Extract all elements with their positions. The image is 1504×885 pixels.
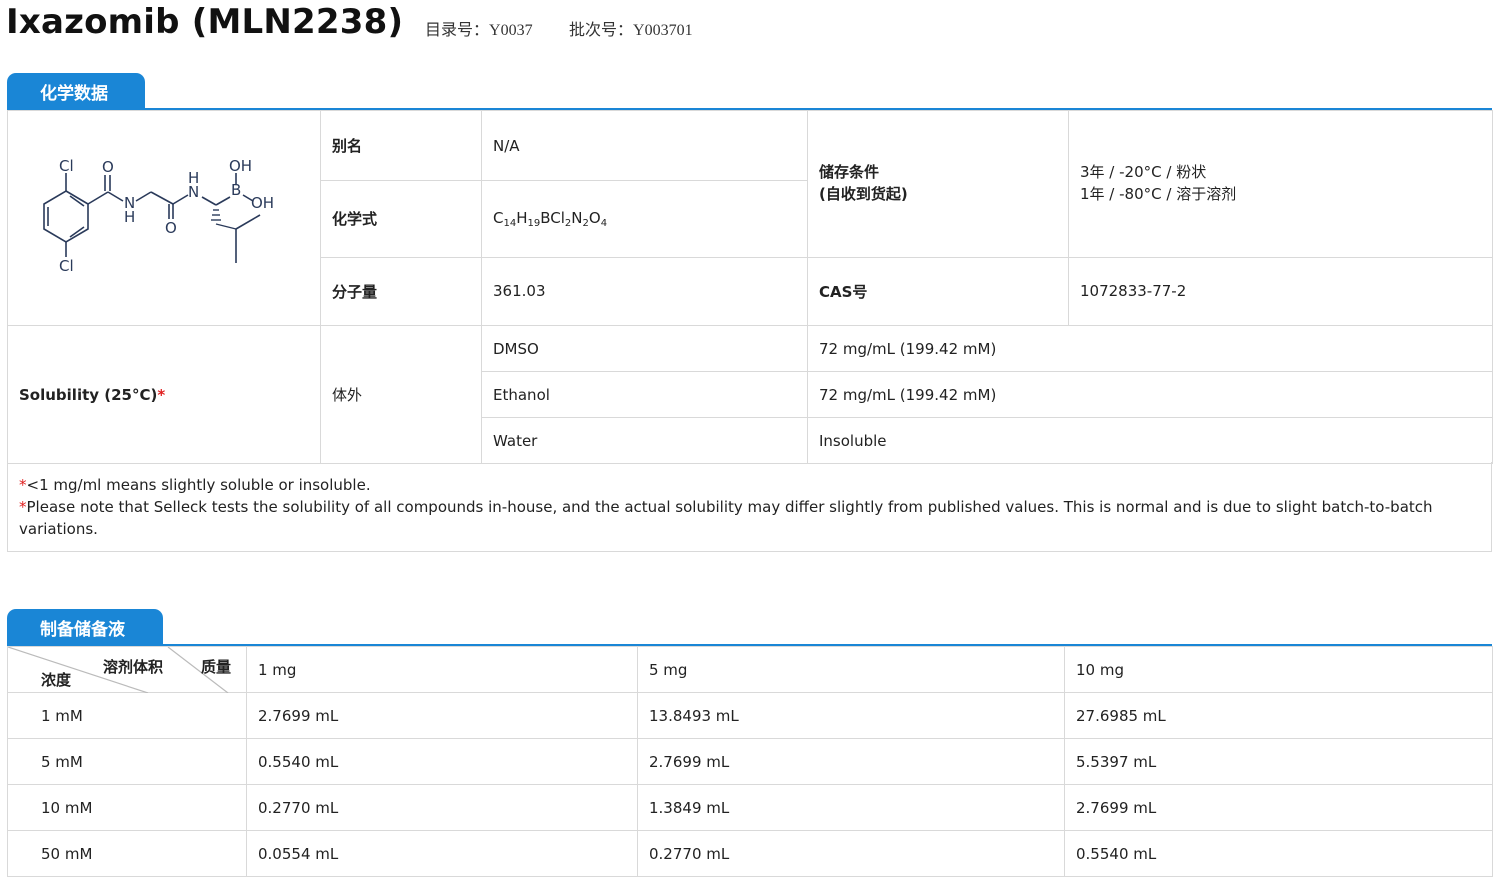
corner-header-cell: 浓度 溶剂体积 质量 — [7, 646, 247, 693]
mass-column-header: 10 mg — [1064, 646, 1493, 693]
batch-value: Y003701 — [633, 22, 693, 39]
volume-cell: 27.6985 mL — [1064, 692, 1493, 739]
note-line: *<1 mg/ml means slightly soluble or inso… — [19, 476, 371, 494]
storage-label-cell: 储存条件 (自收到货起) — [807, 110, 1069, 258]
solvent-name: Ethanol — [481, 371, 808, 418]
catalog-label: 目录号： — [425, 20, 490, 39]
volume-cell: 2.7699 mL — [1064, 784, 1493, 831]
solubility-label: Solubility (25°C) — [19, 385, 158, 404]
corner-mass: 质量 — [201, 658, 232, 676]
hydroxyl-label-2: OH — [251, 194, 274, 212]
storage-value-powder: 3年 / -20°C / 粉状 — [1080, 163, 1207, 181]
solvent-solubility: 72 mg/mL (199.42 mM) — [807, 325, 1493, 372]
boron-label: B — [231, 181, 241, 199]
storage-label: 储存条件 — [819, 163, 880, 181]
volume-cell: 0.2770 mL — [637, 830, 1065, 877]
structure-cell: Cl Cl O N H O H N B OH OH — [7, 110, 321, 326]
volume-cell: 0.5540 mL — [246, 738, 638, 785]
chemical-data-table: Cl Cl O N H O H N B OH OH 别名 N/A 储存条件 (自… — [7, 109, 1493, 464]
concentration-cell: 50 mM — [7, 830, 247, 877]
formula-value: C14H19BCl2N2O4 — [481, 180, 808, 258]
volume-cell: 2.7699 mL — [637, 738, 1065, 785]
volume-cell: 0.2770 mL — [246, 784, 638, 831]
storage-value-cell: 3年 / -20°C / 粉状 1年 / -80°C / 溶于溶剂 — [1068, 110, 1493, 258]
catalog-number: 目录号：Y0037 — [425, 16, 533, 40]
oxygen-label-2: O — [165, 219, 177, 237]
volume-cell: 0.5540 mL — [1064, 830, 1493, 877]
section-title: 制备储备液 — [40, 619, 125, 640]
page-title: Ixazomib (MLN2238) — [6, 2, 404, 42]
volume-cell: 2.7699 mL — [246, 692, 638, 739]
batch-label: 批次号： — [569, 20, 634, 39]
cl-top-label: Cl — [59, 157, 74, 175]
table-row: 5 mM 0.5540 mL 2.7699 mL 5.5397 mL — [7, 738, 1493, 785]
mw-label: 分子量 — [320, 256, 482, 327]
stock-solution-table: 浓度 溶剂体积 质量 1 mg 5 mg 10 mg 1 mM 2.7699 m… — [7, 646, 1493, 877]
section-tab-chemical-data[interactable]: 化学数据 — [7, 73, 145, 109]
oxygen-label-1: O — [102, 158, 114, 176]
solvent-name: DMSO — [481, 325, 808, 372]
solubility-notes: *<1 mg/ml means slightly soluble or inso… — [7, 462, 1492, 552]
section-title: 化学数据 — [40, 83, 108, 104]
chemical-structure-image: Cl Cl O N H O H N B OH OH — [43, 157, 274, 275]
invitro-label: 体外 — [320, 325, 482, 464]
volume-cell: 13.8493 mL — [637, 692, 1065, 739]
concentration-cell: 1 mM — [7, 692, 247, 739]
cl-bottom-label: Cl — [59, 257, 74, 275]
volume-cell: 1.3849 mL — [637, 784, 1065, 831]
concentration-cell: 10 mM — [7, 784, 247, 831]
mass-column-header: 1 mg — [246, 646, 638, 693]
corner-volume: 溶剂体积 — [103, 658, 164, 676]
cas-label: CAS号 — [807, 256, 1069, 327]
formula-label: 化学式 — [320, 180, 482, 258]
note-line: *Please note that Selleck tests the solu… — [19, 498, 1433, 538]
storage-label-note: (自收到货起) — [819, 185, 908, 203]
table-row: 10 mM 0.2770 mL 1.3849 mL 2.7699 mL — [7, 784, 1493, 831]
volume-cell: 5.5397 mL — [1064, 738, 1493, 785]
storage-value-solvent: 1年 / -80°C / 溶于溶剂 — [1080, 185, 1237, 203]
solvent-name: Water — [481, 417, 808, 464]
hydroxyl-label-1: OH — [229, 157, 252, 175]
mw-value: 361.03 — [481, 256, 808, 327]
batch-number: 批次号：Y003701 — [569, 16, 693, 40]
catalog-value: Y0037 — [489, 22, 533, 39]
corner-concentration: 浓度 — [41, 671, 72, 689]
alias-value: N/A — [481, 109, 808, 182]
mass-column-header: 5 mg — [637, 646, 1065, 693]
solvent-solubility: Insoluble — [807, 417, 1493, 464]
alias-label: 别名 — [320, 109, 482, 182]
table-row: 1 mM 2.7699 mL 13.8493 mL 27.6985 mL — [7, 692, 1493, 739]
concentration-cell: 5 mM — [7, 738, 247, 785]
solubility-label-cell: Solubility (25°C)* — [7, 325, 321, 464]
nitrogen-label-2: N — [188, 183, 199, 201]
solvent-solubility: 72 mg/mL (199.42 mM) — [807, 371, 1493, 418]
hydrogen-label-1: H — [124, 208, 135, 226]
solubility-star: * — [157, 385, 166, 404]
volume-cell: 0.0554 mL — [246, 830, 638, 877]
section-tab-stock-solution[interactable]: 制备储备液 — [7, 609, 163, 645]
cas-value: 1072833-77-2 — [1068, 256, 1493, 327]
table-row: 50 mM 0.0554 mL 0.2770 mL 0.5540 mL — [7, 830, 1493, 877]
